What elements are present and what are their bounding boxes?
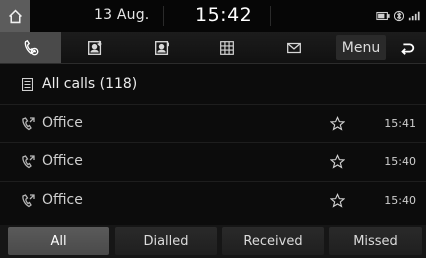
back-arrow-icon <box>401 43 415 55</box>
dialpad-icon <box>220 40 234 55</box>
home-icon <box>8 8 22 23</box>
list-title: All calls (118) <box>42 76 138 92</box>
list-header: All calls (118) <box>0 64 426 104</box>
battery-icon <box>376 11 390 21</box>
status-date: 13 Aug. <box>94 7 150 23</box>
filter-bar: All Dialled Received Missed <box>0 225 426 258</box>
list-icon <box>22 78 33 91</box>
outgoing-call-icon <box>22 117 35 131</box>
outgoing-call-icon <box>22 194 35 208</box>
tab-contacts-download[interactable] <box>61 32 129 63</box>
call-time: 15:40 <box>384 155 416 168</box>
star-outline-icon[interactable] <box>330 116 345 131</box>
status-bar: 13 Aug. 15:42 <box>0 0 426 32</box>
call-name: Office <box>42 115 83 131</box>
call-name: Office <box>42 192 83 208</box>
filter-missed-button[interactable]: Missed <box>329 227 422 255</box>
call-time: 15:40 <box>384 194 416 207</box>
menu-button[interactable]: Menu <box>336 35 386 60</box>
call-row[interactable]: Office 15:40 <box>0 142 426 181</box>
outgoing-call-icon <box>22 155 35 169</box>
back-button[interactable] <box>392 35 422 60</box>
envelope-icon <box>287 42 301 53</box>
status-icons <box>376 10 420 22</box>
filter-dialled-button[interactable]: Dialled <box>115 227 217 255</box>
call-name: Office <box>42 153 83 169</box>
filter-received-button[interactable]: Received <box>222 227 324 255</box>
tab-bar: Menu <box>0 32 426 64</box>
status-divider <box>270 6 271 26</box>
filter-all-button[interactable]: All <box>8 227 109 255</box>
phone-screen: 13 Aug. 15:42 Menu All calls (118) Offic… <box>0 0 426 258</box>
bluetooth-icon <box>394 10 404 22</box>
star-outline-icon[interactable] <box>330 154 345 169</box>
star-outline-icon[interactable] <box>330 193 345 208</box>
call-history-icon <box>24 39 38 55</box>
call-row[interactable]: Office 15:40 <box>0 181 426 220</box>
contacts-download-icon <box>88 40 102 55</box>
tab-messages[interactable] <box>260 32 328 63</box>
signal-icon <box>408 11 420 21</box>
tab-calls[interactable] <box>0 32 61 63</box>
status-time: 15:42 <box>195 4 253 26</box>
tab-dialpad[interactable] <box>194 32 260 63</box>
call-row[interactable]: Office 15:41 <box>0 104 426 143</box>
home-button[interactable] <box>0 0 30 32</box>
tab-contacts[interactable] <box>129 32 194 63</box>
call-time: 15:41 <box>384 117 416 130</box>
contacts-icon <box>154 40 169 55</box>
status-divider <box>163 6 164 26</box>
